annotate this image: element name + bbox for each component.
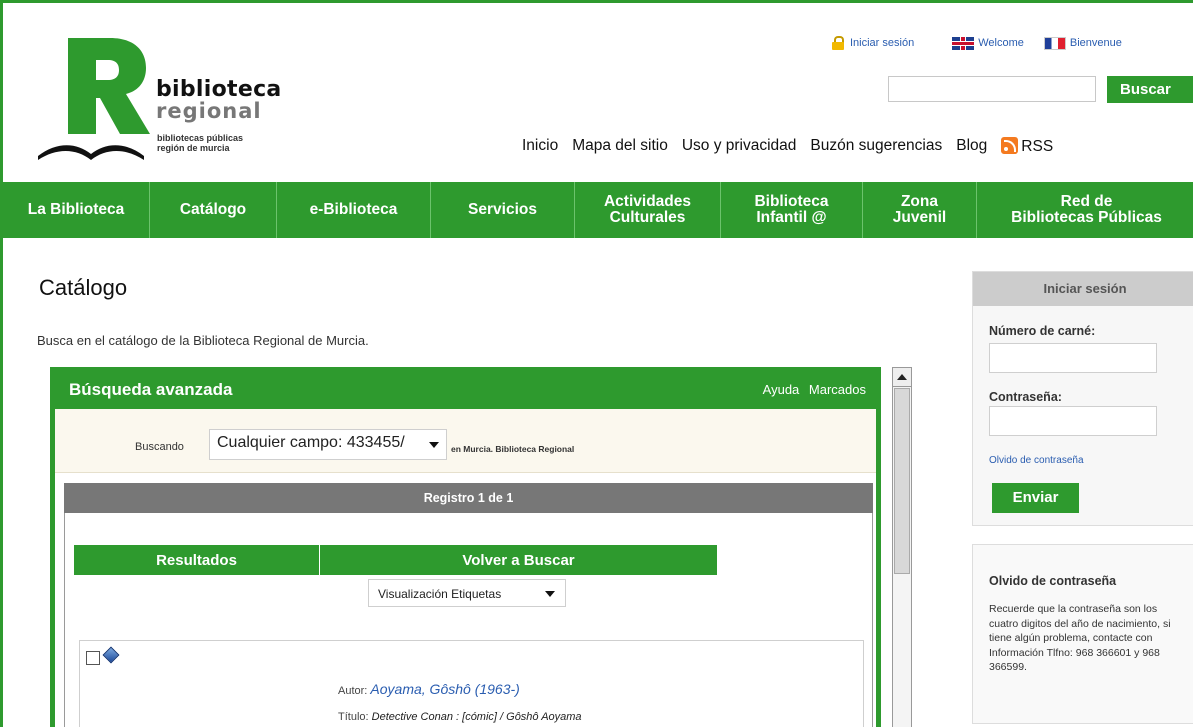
record-title-row: Título: Detective Conan : [cómic] / Gôsh… bbox=[338, 711, 582, 723]
record-item: Autor: Aoyama, Gôshô (1963-) Título: Det… bbox=[79, 640, 864, 727]
nav-item-catalogo[interactable]: Catálogo bbox=[150, 182, 277, 238]
site-logo[interactable]: biblioteca regional bibliotecas públicas… bbox=[36, 33, 296, 163]
view-mode-select[interactable]: Visualización Etiquetas bbox=[368, 579, 566, 607]
password-info-title: Olvido de contraseña bbox=[989, 574, 1117, 588]
help-link[interactable]: Ayuda bbox=[763, 382, 800, 397]
record-title: Detective Conan : [cómic] / Gôshô Aoyama bbox=[371, 711, 582, 723]
nav-item-actividades[interactable]: Actividades Culturales bbox=[575, 182, 721, 238]
advanced-search-panel: Búsqueda avanzada Ayuda Marcados Buscand… bbox=[50, 367, 881, 727]
util-link-mapa[interactable]: Mapa del sitio bbox=[572, 137, 668, 156]
welcome-link[interactable]: Welcome bbox=[978, 37, 1024, 49]
card-number-label: Número de carné: bbox=[989, 324, 1096, 338]
tab-volver-buscar[interactable]: Volver a Buscar bbox=[320, 545, 717, 575]
bienvenue-link[interactable]: Bienvenue bbox=[1070, 37, 1122, 49]
search-location: en Murcia. Biblioteca Regional bbox=[451, 444, 575, 454]
page-description: Busca en el catálogo de la Biblioteca Re… bbox=[37, 333, 369, 348]
advanced-search-links: Ayuda Marcados bbox=[757, 382, 866, 397]
advanced-search-title: Búsqueda avanzada bbox=[69, 380, 233, 399]
nav-item-infantil[interactable]: Biblioteca Infantil @ bbox=[721, 182, 863, 238]
login-link[interactable]: Iniciar sesión bbox=[832, 36, 914, 50]
sidebar-login-panel: Iniciar sesión Número de carné: Contrase… bbox=[972, 271, 1193, 526]
scroll-thumb[interactable] bbox=[894, 388, 910, 574]
brand-subtitle: regional bbox=[156, 99, 262, 123]
password-info-text: Recuerde que la contraseña son los cuatr… bbox=[989, 603, 1171, 673]
util-link-inicio[interactable]: Inicio bbox=[522, 137, 558, 156]
main-nav: La Biblioteca Catálogo e-Biblioteca Serv… bbox=[3, 182, 1193, 238]
logo-book-icon bbox=[38, 145, 144, 160]
searching-label: Buscando bbox=[135, 441, 184, 453]
site-search-button[interactable]: Buscar bbox=[1107, 76, 1193, 103]
password-label: Contraseña: bbox=[989, 390, 1062, 404]
france-flag-icon bbox=[1043, 36, 1066, 50]
rss-icon bbox=[1001, 137, 1019, 154]
site-search-input[interactable] bbox=[888, 76, 1096, 102]
util-link-privacidad[interactable]: Uso y privacidad bbox=[682, 137, 797, 156]
nav-item-e-biblioteca[interactable]: e-Biblioteca bbox=[277, 182, 431, 238]
book-format-icon bbox=[102, 646, 120, 664]
lock-icon bbox=[832, 36, 844, 50]
record-author-row: Autor: Aoyama, Gôshô (1963-) bbox=[338, 681, 520, 697]
result-tabs: Resultados Volver a Buscar bbox=[74, 545, 717, 575]
top-links: Iniciar sesión Welcome Bienvenue bbox=[832, 36, 1122, 50]
bookmarks-link[interactable]: Marcados bbox=[809, 382, 866, 397]
util-link-blog[interactable]: Blog bbox=[956, 137, 987, 156]
page-frame: biblioteca regional bibliotecas públicas… bbox=[0, 0, 1193, 727]
caret-down-icon bbox=[545, 591, 555, 597]
nav-item-la-biblioteca[interactable]: La Biblioteca bbox=[3, 182, 150, 238]
record-count-bar: Registro 1 de 1 bbox=[64, 483, 873, 513]
brand-tagline-2: región de murcia bbox=[157, 143, 230, 153]
password-input[interactable] bbox=[989, 406, 1157, 436]
nav-item-servicios[interactable]: Servicios bbox=[431, 182, 575, 238]
tab-resultados[interactable]: Resultados bbox=[74, 545, 320, 575]
nav-item-juvenil[interactable]: Zona Juvenil bbox=[863, 182, 977, 238]
record-checkbox[interactable] bbox=[86, 651, 100, 665]
login-submit-button[interactable]: Enviar bbox=[992, 483, 1079, 513]
search-field-select[interactable]: Cualquier campo: 433455/ bbox=[209, 429, 447, 460]
record-author-link[interactable]: Aoyama, Gôshô (1963-) bbox=[370, 681, 519, 697]
uk-flag-icon bbox=[952, 36, 975, 50]
results-scrollbar[interactable] bbox=[892, 367, 912, 727]
nav-item-red-bibliotecas[interactable]: Red de Bibliotecas Públicas bbox=[977, 182, 1193, 238]
scroll-up-arrow-icon[interactable] bbox=[893, 368, 911, 387]
utility-nav: Inicio Mapa del sitio Uso y privacidad B… bbox=[522, 137, 1067, 156]
util-link-sugerencias[interactable]: Buzón sugerencias bbox=[810, 137, 942, 156]
logo-r-icon bbox=[68, 38, 150, 134]
search-criteria-row: Buscando Cualquier campo: 433455/ en Mur… bbox=[55, 409, 876, 473]
record-body: Resultados Volver a Buscar Visualización… bbox=[64, 513, 873, 727]
util-link-rss[interactable]: RSS bbox=[1001, 137, 1053, 156]
sidebar-password-info: Olvido de contraseña Recuerde que la con… bbox=[972, 544, 1193, 724]
brand-tagline-1: bibliotecas públicas bbox=[157, 133, 244, 143]
sidebar-login-title: Iniciar sesión bbox=[973, 272, 1193, 306]
card-number-input[interactable] bbox=[989, 343, 1157, 373]
caret-down-icon bbox=[429, 442, 439, 448]
page-title: Catálogo bbox=[39, 275, 128, 300]
forgot-password-link[interactable]: Olvido de contraseña bbox=[989, 455, 1084, 466]
advanced-search-header: Búsqueda avanzada Ayuda Marcados bbox=[55, 372, 876, 409]
